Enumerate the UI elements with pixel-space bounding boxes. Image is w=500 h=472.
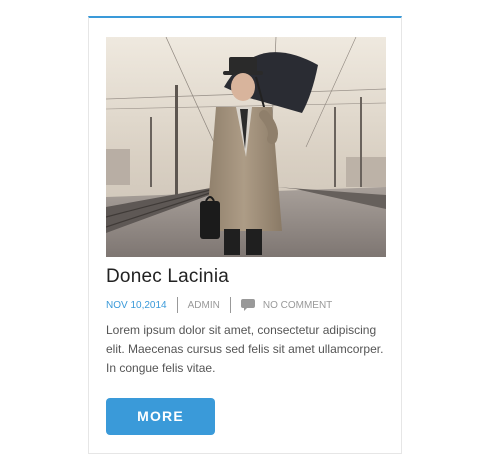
meta-divider — [229, 297, 231, 313]
comment-icon — [240, 299, 255, 311]
post-title[interactable]: Donec Lacinia — [106, 266, 229, 288]
meta-divider — [176, 297, 178, 313]
post-date[interactable]: NOV 10,2014 — [106, 300, 167, 311]
post-excerpt: Lorem ipsum dolor sit amet, consectetur … — [106, 323, 384, 375]
post-meta: NOV 10,2014 ADMIN NO COMMENT — [106, 297, 332, 313]
post-author[interactable]: ADMIN — [188, 300, 220, 311]
blog-post-card: Donec Lacinia NOV 10,2014 ADMIN NO COMME… — [88, 16, 402, 454]
post-comments[interactable]: NO COMMENT — [263, 300, 332, 311]
post-image[interactable] — [106, 37, 386, 257]
more-button[interactable]: MORE — [106, 398, 215, 435]
